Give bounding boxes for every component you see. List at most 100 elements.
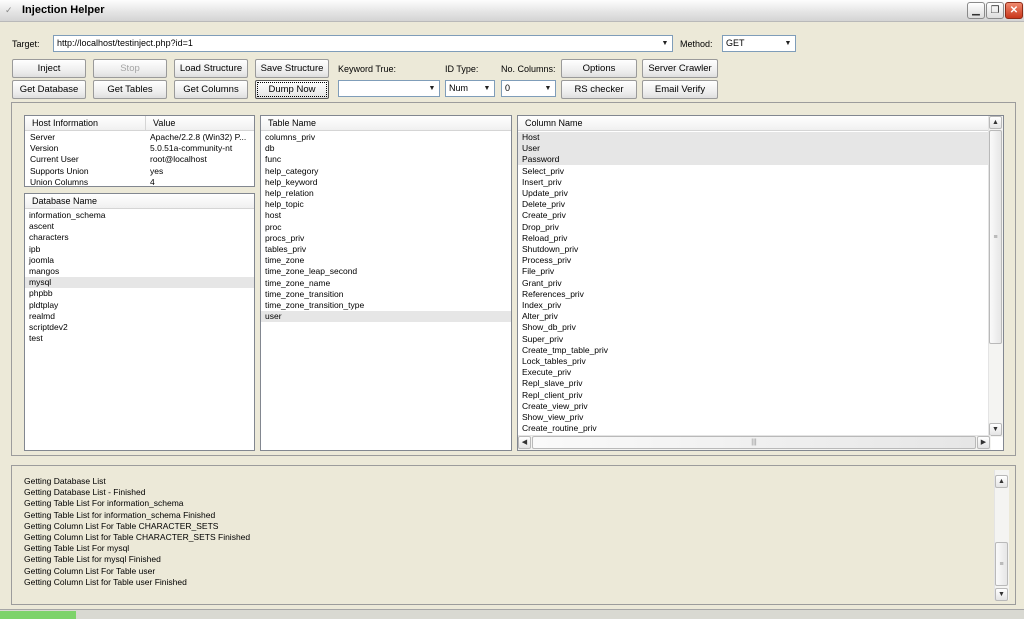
host-info-header[interactable]: Host Information [25, 116, 145, 131]
database-item[interactable]: test [25, 333, 254, 344]
title-bar[interactable] [0, 0, 1024, 22]
chevron-down-icon[interactable]: ▼ [480, 81, 494, 96]
column-item[interactable]: Shutdown_priv [518, 244, 991, 255]
column-item[interactable]: Create_priv [518, 210, 991, 221]
column-list-hscroll-thumb[interactable]: ||| [532, 436, 976, 449]
no-columns-select[interactable]: 0 ▼ [501, 80, 556, 97]
database-item[interactable]: ascent [25, 221, 254, 232]
database-item[interactable]: ipb [25, 244, 254, 255]
column-item[interactable]: Drop_priv [518, 222, 991, 233]
column-item[interactable]: Process_priv [518, 255, 991, 266]
table-item[interactable]: proc [261, 222, 511, 233]
table-item[interactable]: columns_priv [261, 132, 511, 143]
database-item[interactable]: characters [25, 232, 254, 243]
host-info-row[interactable]: Version 5.0.51a-community-nt [25, 143, 254, 154]
chevron-down-icon[interactable]: ▼ [995, 588, 1008, 601]
column-item[interactable]: Password [518, 154, 991, 166]
column-list-vscrollbar[interactable]: ▲ ≡ ▼ [988, 116, 1003, 437]
log-output[interactable]: Getting Database List Getting Database Li… [14, 470, 1010, 601]
column-item[interactable]: Create_view_priv [518, 401, 991, 412]
table-item[interactable]: tables_priv [261, 244, 511, 255]
database-item[interactable]: joomla [25, 255, 254, 266]
chevron-down-icon[interactable]: ▼ [781, 36, 795, 51]
log-vscrollbar[interactable]: ▲ ≡ ▼ [994, 470, 1009, 601]
database-item[interactable]: mangos [25, 266, 254, 277]
chevron-down-icon[interactable]: ▼ [541, 81, 555, 96]
chevron-up-icon[interactable]: ▲ [995, 475, 1008, 488]
column-item[interactable]: Delete_priv [518, 199, 991, 210]
column-list-scroll-thumb[interactable]: ≡ [989, 130, 1002, 344]
table-item[interactable]: db [261, 143, 511, 154]
load-structure-button[interactable]: Load Structure [174, 59, 248, 78]
column-item[interactable]: Lock_tables_priv [518, 356, 991, 367]
column-item[interactable]: Index_priv [518, 300, 991, 311]
chevron-down-icon[interactable]: ▼ [425, 81, 439, 96]
table-item[interactable]: func [261, 154, 511, 165]
column-item[interactable]: References_priv [518, 289, 991, 300]
table-item[interactable]: help_keyword [261, 177, 511, 188]
database-item[interactable]: pldtplay [25, 300, 254, 311]
table-item[interactable]: help_relation [261, 188, 511, 199]
column-name-header[interactable]: Column Name [518, 116, 991, 131]
host-info-row[interactable]: Union Columns 4 [25, 177, 254, 186]
column-item[interactable]: Super_priv [518, 334, 991, 345]
stop-button[interactable]: Stop [93, 59, 167, 78]
column-item[interactable]: Show_db_priv [518, 322, 991, 333]
chevron-right-icon[interactable]: ▶ [977, 436, 990, 449]
rs-checker-button[interactable]: RS checker [561, 80, 637, 99]
table-list[interactable]: Table Name columns_priv db func help_catego… [260, 115, 512, 451]
host-info-row[interactable]: Current User root@localhost [25, 154, 254, 165]
host-info-list[interactable]: Host Information Value Server Apache/2.2.… [24, 115, 255, 187]
database-item[interactable]: mysql [25, 277, 254, 289]
table-item[interactable]: time_zone_leap_second [261, 266, 511, 277]
save-structure-button[interactable]: Save Structure [255, 59, 329, 78]
keyword-true-select[interactable]: ▼ [338, 80, 440, 97]
column-item[interactable]: Create_tmp_table_priv [518, 345, 991, 356]
column-item[interactable]: Repl_slave_priv [518, 378, 991, 389]
method-select[interactable]: GET ▼ [722, 35, 796, 52]
minimize-button[interactable]: ▁ [967, 2, 985, 19]
column-item[interactable]: Reload_priv [518, 233, 991, 244]
target-input[interactable]: http://localhost/testinject.php?id=1 ▼ [53, 35, 673, 52]
column-item[interactable]: Execute_priv [518, 367, 991, 378]
column-item[interactable]: Host [518, 132, 991, 143]
column-item[interactable]: Create_routine_priv [518, 423, 991, 434]
database-list[interactable]: Database Name information_schema ascent ch… [24, 193, 255, 451]
host-info-row[interactable]: Server Apache/2.2.8 (Win32) P... [25, 132, 254, 143]
table-item[interactable]: user [261, 311, 511, 323]
get-database-button[interactable]: Get Database [12, 80, 86, 99]
chevron-down-icon[interactable]: ▼ [658, 36, 672, 51]
column-item[interactable]: Insert_priv [518, 177, 991, 188]
column-item[interactable]: Repl_client_priv [518, 390, 991, 401]
database-item[interactable]: realmd [25, 311, 254, 322]
restore-button[interactable]: ❐ [986, 2, 1004, 19]
table-item[interactable]: time_zone_transition [261, 289, 511, 300]
close-button[interactable]: ✕ [1005, 2, 1023, 19]
table-item[interactable]: host [261, 210, 511, 221]
host-info-row[interactable]: Supports Union yes [25, 166, 254, 177]
chevron-left-icon[interactable]: ◀ [518, 436, 531, 449]
column-item[interactable]: Alter_priv [518, 311, 991, 322]
column-item[interactable]: Show_view_priv [518, 412, 991, 423]
id-type-select[interactable]: Num ▼ [445, 80, 495, 97]
get-columns-button[interactable]: Get Columns [174, 80, 248, 99]
database-name-header[interactable]: Database Name [25, 194, 254, 209]
chevron-up-icon[interactable]: ▲ [989, 116, 1002, 129]
table-item[interactable]: time_zone_name [261, 278, 511, 289]
log-scroll-thumb[interactable]: ≡ [995, 542, 1008, 586]
column-item[interactable]: Update_priv [518, 188, 991, 199]
table-item[interactable]: help_topic [261, 199, 511, 210]
value-header[interactable]: Value [145, 116, 254, 131]
table-name-header[interactable]: Table Name [261, 116, 511, 131]
column-list[interactable]: Column Name Host User Password Select_priv I… [517, 115, 1004, 451]
database-item[interactable]: information_schema [25, 210, 254, 221]
email-verify-button[interactable]: Email Verify [642, 80, 718, 99]
get-tables-button[interactable]: Get Tables [93, 80, 167, 99]
column-item[interactable]: Grant_priv [518, 278, 991, 289]
database-item[interactable]: scriptdev2 [25, 322, 254, 333]
table-item[interactable]: time_zone [261, 255, 511, 266]
table-item[interactable]: procs_priv [261, 233, 511, 244]
column-list-hscrollbar[interactable]: ◀ ||| ▶ [518, 435, 991, 450]
inject-button[interactable]: Inject [12, 59, 86, 78]
database-item[interactable]: phpbb [25, 288, 254, 299]
